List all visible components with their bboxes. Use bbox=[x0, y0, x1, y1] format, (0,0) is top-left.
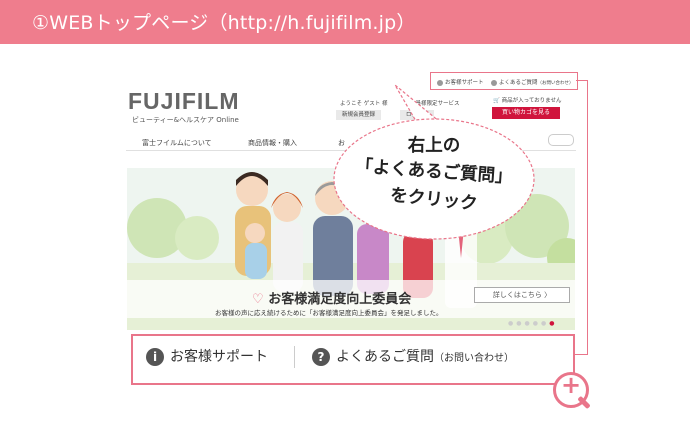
support-link-zoomed[interactable]: i お客様サポート bbox=[146, 346, 268, 366]
link-separator bbox=[294, 346, 295, 368]
info-icon: i bbox=[146, 348, 164, 366]
callout-bubble: 右上の 「よくあるご質問」 をクリック bbox=[333, 118, 535, 240]
faq-link-zoomed[interactable]: ? よくあるご質問（お問い合わせ） bbox=[312, 346, 514, 366]
question-icon: ? bbox=[312, 348, 330, 366]
